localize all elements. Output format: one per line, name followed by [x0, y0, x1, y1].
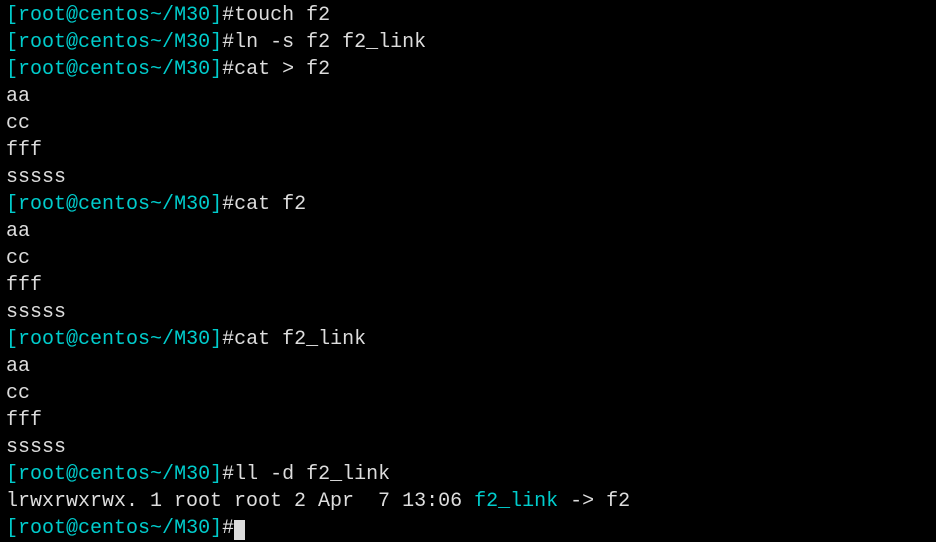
prompt-user-host: root@centos	[18, 463, 150, 486]
output-line: sssss	[6, 164, 930, 191]
prompt-sep: ~/	[150, 463, 174, 486]
command-text: cat > f2	[234, 58, 330, 81]
output-line: cc	[6, 110, 930, 137]
command-text: ll -d f2_link	[234, 463, 390, 486]
output-line: sssss	[6, 434, 930, 461]
prompt-bracket-open: [	[6, 517, 18, 540]
prompt-bracket-open: [	[6, 58, 18, 81]
prompt-hash: #	[222, 31, 234, 54]
terminal-line-6: [root@centos~/M30]#ll -d f2_link	[6, 461, 930, 488]
prompt-hash: #	[222, 463, 234, 486]
prompt-user-host: root@centos	[18, 31, 150, 54]
prompt-bracket-open: [	[6, 328, 18, 351]
command-text: touch f2	[234, 4, 330, 27]
prompt-dir: M30	[174, 328, 210, 351]
prompt-sep: ~/	[150, 58, 174, 81]
ll-target: f2	[606, 490, 630, 513]
prompt-hash: #	[222, 4, 234, 27]
prompt-user-host: root@centos	[18, 328, 150, 351]
prompt-sep: ~/	[150, 4, 174, 27]
command-text: ln -s f2 f2_link	[234, 31, 426, 54]
prompt-bracket-close: ]	[210, 31, 222, 54]
prompt-hash: #	[222, 517, 234, 540]
prompt-bracket-close: ]	[210, 4, 222, 27]
prompt-dir: M30	[174, 463, 210, 486]
prompt-bracket-close: ]	[210, 58, 222, 81]
cursor-icon[interactable]	[234, 520, 245, 540]
output-line: sssss	[6, 299, 930, 326]
output-line: aa	[6, 353, 930, 380]
prompt-sep: ~/	[150, 31, 174, 54]
output-line: fff	[6, 407, 930, 434]
prompt-dir: M30	[174, 4, 210, 27]
ll-arrow: ->	[558, 490, 606, 513]
prompt-hash: #	[222, 58, 234, 81]
output-line: fff	[6, 137, 930, 164]
prompt-user-host: root@centos	[18, 193, 150, 216]
terminal-line-5: [root@centos~/M30]#cat f2_link	[6, 326, 930, 353]
output-line: cc	[6, 380, 930, 407]
prompt-bracket-open: [	[6, 4, 18, 27]
output-line: aa	[6, 83, 930, 110]
ll-perms: lrwxrwxrwx. 1 root root 2 Apr 7 13:06	[6, 490, 474, 513]
prompt-dir: M30	[174, 31, 210, 54]
prompt-dir: M30	[174, 517, 210, 540]
prompt-sep: ~/	[150, 517, 174, 540]
terminal-line-2: [root@centos~/M30]#ln -s f2 f2_link	[6, 29, 930, 56]
prompt-user-host: root@centos	[18, 4, 150, 27]
output-line: aa	[6, 218, 930, 245]
prompt-sep: ~/	[150, 328, 174, 351]
prompt-user-host: root@centos	[18, 517, 150, 540]
prompt-bracket-open: [	[6, 193, 18, 216]
prompt-hash: #	[222, 193, 234, 216]
prompt-bracket-close: ]	[210, 517, 222, 540]
terminal-line-current[interactable]: [root@centos~/M30]#	[6, 515, 930, 542]
ll-output-line: lrwxrwxrwx. 1 root root 2 Apr 7 13:06 f2…	[6, 488, 930, 515]
prompt-dir: M30	[174, 58, 210, 81]
prompt-user-host: root@centos	[18, 58, 150, 81]
prompt-bracket-close: ]	[210, 193, 222, 216]
command-text: cat f2	[234, 193, 306, 216]
prompt-bracket-open: [	[6, 31, 18, 54]
terminal-line-3: [root@centos~/M30]#cat > f2	[6, 56, 930, 83]
output-line: cc	[6, 245, 930, 272]
prompt-bracket-close: ]	[210, 328, 222, 351]
prompt-hash: #	[222, 328, 234, 351]
prompt-bracket-open: [	[6, 463, 18, 486]
prompt-sep: ~/	[150, 193, 174, 216]
output-line: fff	[6, 272, 930, 299]
prompt-dir: M30	[174, 193, 210, 216]
prompt-bracket-close: ]	[210, 463, 222, 486]
command-text: cat f2_link	[234, 328, 366, 351]
terminal-line-1: [root@centos~/M30]#touch f2	[6, 2, 930, 29]
ll-link-name: f2_link	[474, 490, 558, 513]
terminal-line-4: [root@centos~/M30]#cat f2	[6, 191, 930, 218]
